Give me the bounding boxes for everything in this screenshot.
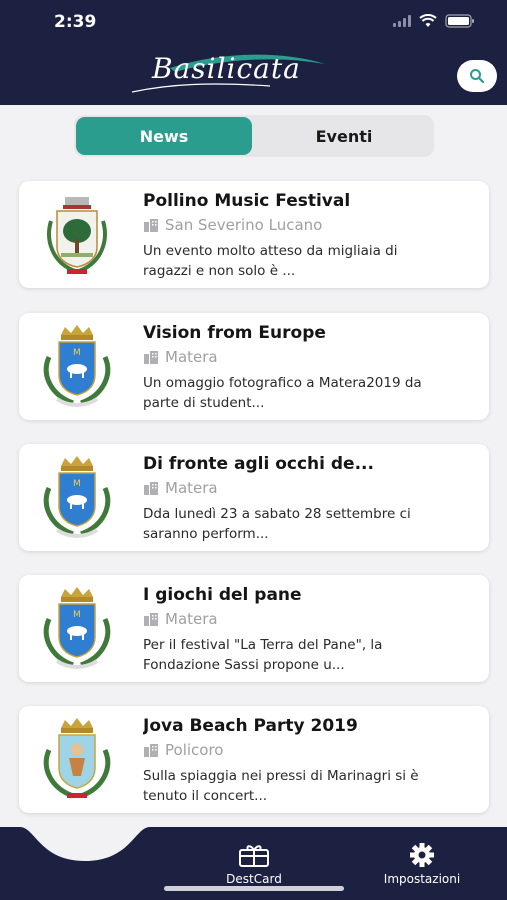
logo-text: Basilicata [152,52,301,85]
news-location: San Severino Lucano [143,216,322,234]
app-header: 2:39 Basilicata [0,0,507,105]
news-card[interactable]: M Di fronte agli occhi de... Matera Dda … [19,444,489,551]
signal-icon [393,15,411,27]
news-card[interactable]: Pollino Music Festival San Severino Luca… [19,181,489,288]
gear-icon [410,843,434,867]
home-indicator [164,886,344,891]
news-card[interactable]: M I giochi del pane Matera Per il festiv… [19,575,489,682]
news-location: Matera [143,610,218,628]
news-location: Policoro [143,741,223,759]
tab-news[interactable]: News [76,117,252,155]
tab-impostazioni[interactable]: Impostazioni [372,842,472,886]
news-card[interactable]: M Vision from Europe Matera Un omaggio f… [19,313,489,420]
location-label: Policoro [165,741,224,759]
news-title: I giochi del pane [143,585,302,605]
san-severino-crest-icon [47,197,107,274]
location-label: San Severino Lucano [165,216,323,234]
basilicata-logo: Basilicata [130,50,340,98]
tab-destcard-label: DestCard [226,872,282,886]
news-description: Sulla spiaggia nei pressi di Marinagri s… [143,768,419,804]
gift-card-icon [239,845,269,867]
news-description: Un evento molto atteso da migliaia di ra… [143,243,398,279]
news-location: Matera [143,479,218,497]
news-title: Pollino Music Festival [143,191,351,211]
search-icon [470,69,485,84]
news-title: Vision from Europe [143,323,326,343]
svg-text:M: M [73,610,81,620]
building-icon [144,613,158,626]
location-label: Matera [165,348,218,366]
news-title: Jova Beach Party 2019 [143,716,358,736]
building-icon [144,482,158,495]
search-button[interactable] [457,60,497,92]
matera-crest-icon: M [43,587,111,669]
news-description: Per il festival "La Terra del Pane", la … [143,637,383,673]
news-card[interactable]: Jova Beach Party 2019 Policoro Sulla spi… [19,706,489,813]
tab-eventi[interactable]: Eventi [256,117,432,155]
news-description: Un omaggio fotografico a Matera2019 da p… [143,375,422,411]
location-label: Matera [165,479,218,497]
news-title: Di fronte agli occhi de... [143,454,374,474]
status-icons [393,14,475,28]
location-label: Matera [165,610,218,628]
building-icon [144,219,158,232]
building-icon [144,744,158,757]
news-location: Matera [143,348,218,366]
tab-destcard[interactable]: DestCard [214,842,294,886]
policoro-crest-icon [43,718,111,799]
tab-impostazioni-label: Impostazioni [383,872,461,886]
building-icon [144,351,158,364]
svg-text:M: M [73,348,81,358]
matera-crest-icon: M [43,325,111,407]
status-time: 2:39 [54,12,97,32]
news-description: Dda lunedì 23 a sabato 28 settembre ci s… [143,506,411,542]
news-eventi-switch: News Eventi [74,115,434,157]
wifi-icon [419,14,437,28]
battery-icon [445,14,475,28]
svg-text:M: M [73,479,81,489]
matera-crest-icon: M [43,456,111,538]
